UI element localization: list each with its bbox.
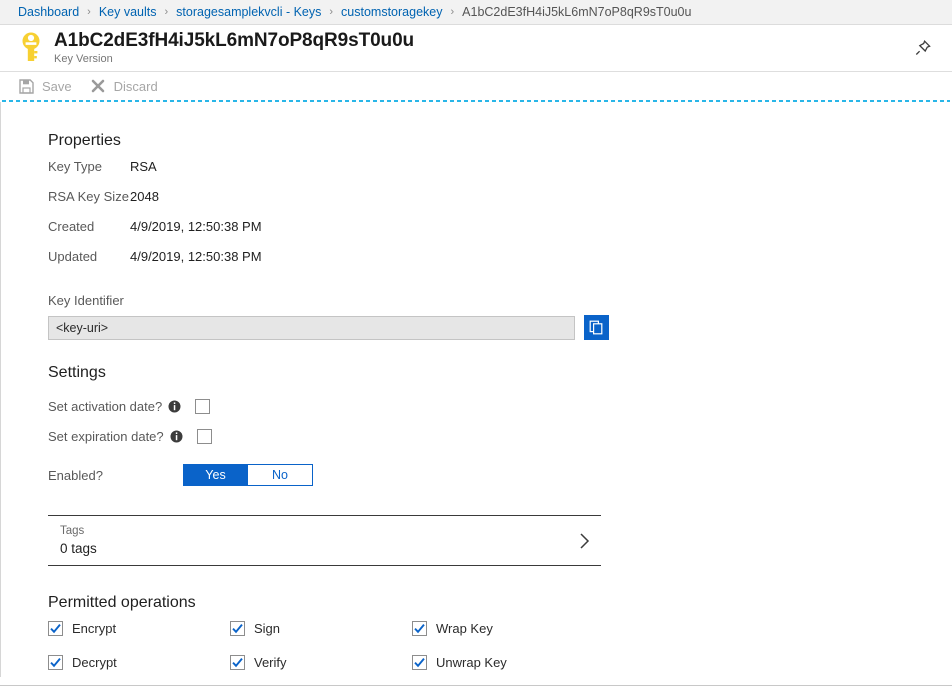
save-label: Save: [42, 79, 72, 94]
expiration-date-label: Set expiration date?: [48, 429, 164, 444]
page-title: A1bC2dE3fH4iJ5kL6mN7oP8qR9sT0u0u: [54, 31, 414, 51]
page-subtitle: Key Version: [54, 54, 414, 66]
checkmark-icon: [49, 622, 62, 635]
command-bar: Save Discard: [0, 72, 952, 100]
operation-label: Wrap Key: [436, 621, 493, 636]
info-icon[interactable]: [168, 400, 181, 413]
settings-section: Settings Set activation date? Set expira…: [48, 364, 952, 493]
operation-decrypt[interactable]: Decrypt: [48, 655, 230, 670]
key-identifier-label: Key Identifier: [48, 293, 952, 308]
breadcrumb-separator-icon: ›: [329, 6, 333, 18]
enabled-toggle-yes[interactable]: Yes: [183, 464, 248, 486]
breadcrumb-item-key[interactable]: customstoragekey: [341, 5, 442, 19]
checkmark-icon: [231, 656, 244, 669]
enabled-toggle: Yes No: [183, 464, 313, 486]
enabled-toggle-no[interactable]: No: [248, 464, 313, 486]
permitted-operations-heading: Permitted operations: [48, 594, 952, 612]
copy-icon: [589, 320, 604, 335]
properties-heading: Properties: [48, 132, 952, 150]
property-label: Key Type: [48, 159, 130, 174]
checkmark-icon: [413, 622, 426, 635]
checkmark-icon: [49, 656, 62, 669]
property-label: Created: [48, 219, 130, 234]
setting-row-enabled: Enabled? Yes No: [48, 457, 952, 493]
property-label: Updated: [48, 249, 130, 264]
operation-unwrap-key[interactable]: Unwrap Key: [412, 655, 594, 670]
discard-button[interactable]: Discard: [90, 73, 158, 99]
operation-wrap-key[interactable]: Wrap Key: [412, 621, 594, 636]
pin-button[interactable]: [912, 37, 934, 59]
breadcrumb-separator-icon: ›: [87, 6, 91, 18]
property-value: 4/9/2019, 12:50:38 PM: [130, 249, 262, 264]
setting-row-activation-date: Set activation date?: [48, 391, 952, 421]
operation-checkbox[interactable]: [48, 655, 63, 670]
checkmark-icon: [413, 656, 426, 669]
property-value: 4/9/2019, 12:50:38 PM: [130, 219, 262, 234]
operation-sign[interactable]: Sign: [230, 621, 412, 636]
save-button[interactable]: Save: [18, 73, 72, 99]
breadcrumb-item-current: A1bC2dE3fH4iJ5kL6mN7oP8qR9sT0u0u: [462, 5, 691, 19]
breadcrumb-separator-icon: ›: [165, 6, 169, 18]
discard-label: Discard: [114, 79, 158, 94]
operation-label: Unwrap Key: [436, 655, 507, 670]
operation-checkbox[interactable]: [412, 621, 427, 636]
activation-date-checkbox[interactable]: [195, 399, 210, 414]
operation-label: Encrypt: [72, 621, 116, 636]
breadcrumb-item-vault-keys[interactable]: storagesamplekvcli - Keys: [176, 5, 321, 19]
chevron-right-icon: [578, 532, 601, 550]
permitted-operations-grid: Encrypt Sign: [48, 621, 952, 670]
properties-section: Properties Key Type RSA RSA Key Size 204…: [48, 132, 952, 340]
property-value: 2048: [130, 189, 159, 204]
key-identifier-input[interactable]: [48, 316, 575, 340]
tags-count: 0 tags: [60, 541, 97, 556]
checkmark-icon: [231, 622, 244, 635]
operation-encrypt[interactable]: Encrypt: [48, 621, 230, 636]
property-label: RSA Key Size: [48, 189, 130, 204]
key-icon: [14, 28, 48, 68]
operation-checkbox[interactable]: [48, 621, 63, 636]
blade-header: A1bC2dE3fH4iJ5kL6mN7oP8qR9sT0u0u Key Ver…: [0, 25, 952, 72]
info-icon[interactable]: [170, 430, 183, 443]
property-value: RSA: [130, 159, 157, 174]
operation-checkbox[interactable]: [230, 621, 245, 636]
blade-content: Properties Key Type RSA RSA Key Size 204…: [0, 102, 952, 677]
save-icon: [18, 78, 35, 95]
blade-title-group: A1bC2dE3fH4iJ5kL6mN7oP8qR9sT0u0u Key Ver…: [54, 31, 414, 65]
pin-icon: [914, 39, 932, 57]
operation-checkbox[interactable]: [412, 655, 427, 670]
breadcrumb-item-key-vaults[interactable]: Key vaults: [99, 5, 157, 19]
breadcrumb-item-dashboard[interactable]: Dashboard: [18, 5, 79, 19]
property-row-key-type: Key Type RSA: [48, 159, 952, 189]
tags-title: Tags: [60, 525, 97, 537]
settings-heading: Settings: [48, 364, 952, 382]
operation-checkbox[interactable]: [230, 655, 245, 670]
permitted-operations-section: Permitted operations Encrypt: [48, 594, 952, 670]
property-row-created: Created 4/9/2019, 12:50:38 PM: [48, 219, 952, 249]
activation-date-label: Set activation date?: [48, 399, 162, 414]
breadcrumb-separator-icon: ›: [450, 6, 454, 18]
key-version-blade: Dashboard › Key vaults › storagesamplekv…: [0, 0, 952, 686]
enabled-label: Enabled?: [48, 468, 183, 483]
operation-label: Verify: [254, 655, 287, 670]
copy-key-identifier-button[interactable]: [584, 315, 609, 340]
breadcrumb: Dashboard › Key vaults › storagesamplekv…: [0, 0, 952, 25]
operation-verify[interactable]: Verify: [230, 655, 412, 670]
tags-texts: Tags 0 tags: [48, 525, 97, 556]
property-row-key-size: RSA Key Size 2048: [48, 189, 952, 219]
key-identifier-row: [48, 315, 952, 340]
operation-label: Decrypt: [72, 655, 117, 670]
property-row-updated: Updated 4/9/2019, 12:50:38 PM: [48, 249, 952, 279]
setting-row-expiration-date: Set expiration date?: [48, 421, 952, 451]
close-icon: [90, 78, 107, 95]
operation-label: Sign: [254, 621, 280, 636]
expiration-date-checkbox[interactable]: [197, 429, 212, 444]
tags-row[interactable]: Tags 0 tags: [48, 515, 601, 566]
